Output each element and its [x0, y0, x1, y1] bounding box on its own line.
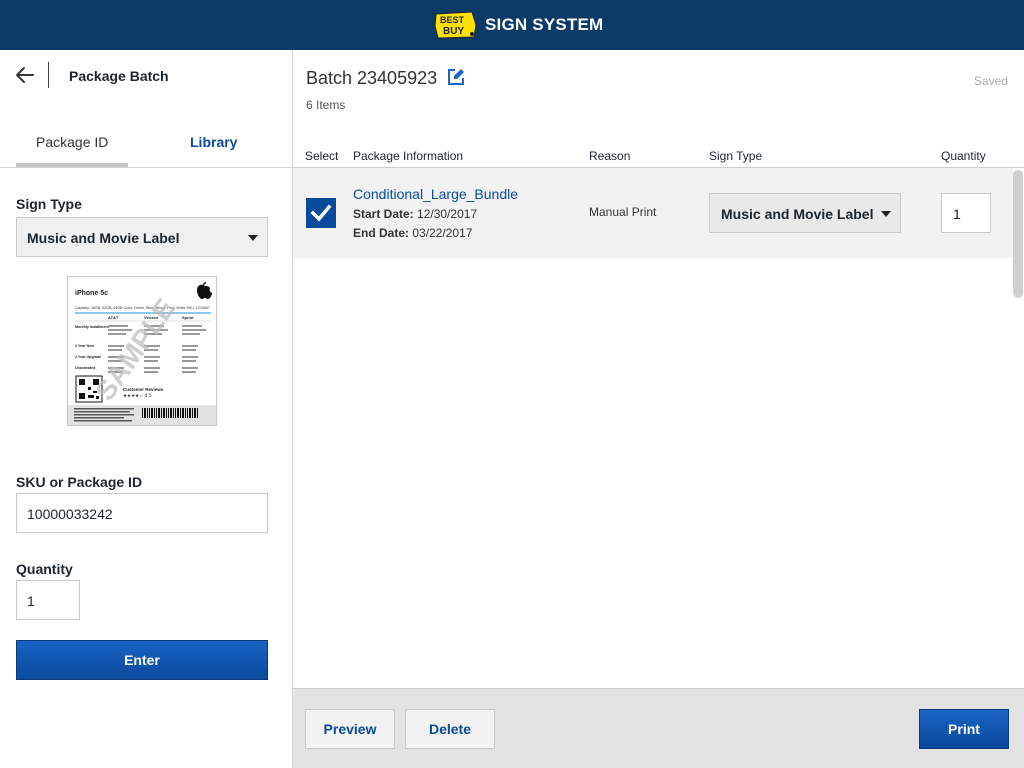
edit-icon[interactable]: [446, 67, 466, 87]
row-sign-type-select[interactable]: Music and Movie Label: [709, 193, 901, 233]
sign-preview-image: iPhone 5c Capacity: 16GB, 32GB, 64GB Col…: [67, 276, 217, 426]
sign-type-label: Sign Type: [16, 196, 82, 212]
delete-button[interactable]: Delete: [405, 709, 495, 749]
column-header-quantity: Quantity: [941, 149, 986, 163]
table-row: Conditional_Large_Bundle Start Date: 12/…: [293, 168, 1013, 258]
start-date-value: 12/30/2017: [417, 207, 478, 221]
reason-value: Manual Print: [589, 205, 657, 219]
row-select-checkbox[interactable]: [306, 198, 336, 228]
svg-text:BEST: BEST: [440, 15, 465, 25]
quantity-label: Quantity: [16, 561, 73, 577]
active-tab-indicator: [16, 163, 128, 167]
tab-library[interactable]: Library: [190, 134, 237, 150]
svg-text:2 Year Upgrade: 2 Year Upgrade: [75, 355, 101, 359]
column-header-sign-type: Sign Type: [709, 149, 763, 163]
column-header-package-info: Package Information: [353, 149, 464, 163]
quantity-input[interactable]: 1: [16, 580, 80, 620]
app-title: SIGN SYSTEM: [485, 15, 604, 34]
left-panel: Package Batch Package ID Library Sign Ty…: [0, 50, 292, 768]
scrollbar-thumb[interactable]: [1013, 170, 1023, 298]
quantity-value: 1: [27, 593, 35, 609]
svg-text:★★★★☆ 4.5: ★★★★☆ 4.5: [123, 393, 152, 399]
svg-text:iPhone 5c: iPhone 5c: [75, 290, 108, 297]
enter-button[interactable]: Enter: [16, 640, 268, 680]
preview-button[interactable]: Preview: [305, 709, 395, 749]
row-sign-type-value: Music and Movie Label: [721, 206, 874, 222]
batch-title: Batch 23405923: [306, 68, 438, 88]
start-date: Start Date: 12/30/2017: [353, 207, 477, 221]
chevron-down-icon: [248, 235, 258, 241]
sku-value: 10000033242: [27, 506, 113, 522]
svg-text:Sprint: Sprint: [182, 315, 194, 320]
checkmark-icon: [310, 204, 332, 222]
sign-type-value: Music and Movie Label: [27, 230, 180, 246]
column-header-select: Select: [305, 149, 339, 163]
chevron-down-icon: [881, 211, 891, 217]
sku-label: SKU or Package ID: [16, 474, 143, 490]
svg-text:Capacity: 16GB, 32GB, 64GB Col: Capacity: 16GB, 32GB, 64GB Color: Green,…: [75, 306, 210, 310]
tab-bar: Package ID Library: [0, 120, 292, 168]
start-date-label: Start Date:: [353, 207, 414, 221]
package-name-link[interactable]: Conditional_Large_Bundle: [353, 186, 518, 202]
batch-panel: Batch 23405923 6 Items Saved Select Pack…: [292, 50, 1024, 768]
svg-text:Monthly Installment: Monthly Installment: [75, 325, 110, 329]
svg-text:Unactivated: Unactivated: [75, 366, 95, 370]
save-status: Saved: [973, 74, 1008, 88]
action-footer: Preview Delete Print: [293, 688, 1024, 768]
panel-title: Package Batch: [69, 68, 169, 84]
print-button[interactable]: Print: [919, 709, 1009, 749]
svg-text:AT&T: AT&T: [108, 315, 119, 320]
sku-input[interactable]: 10000033242: [16, 493, 268, 533]
svg-text:Customer Reviews: Customer Reviews: [123, 387, 164, 392]
row-quantity-value: 1: [953, 206, 961, 222]
row-quantity-input[interactable]: 1: [941, 193, 991, 233]
end-date-value: 03/22/2017: [412, 226, 473, 240]
svg-text:2 Year New: 2 Year New: [75, 344, 94, 348]
header-divider: [48, 62, 49, 88]
end-date: End Date: 03/22/2017: [353, 226, 472, 240]
tab-package-id[interactable]: Package ID: [36, 134, 108, 150]
svg-text:BUY: BUY: [443, 26, 464, 37]
column-header-reason: Reason: [589, 149, 631, 163]
apple-logo-icon: [197, 282, 212, 299]
item-count: 6 Items: [306, 98, 346, 112]
sign-type-select[interactable]: Music and Movie Label: [16, 217, 268, 257]
end-date-label: End Date:: [353, 226, 410, 240]
best-buy-logo: BEST BUY: [434, 11, 477, 39]
top-bar: BEST BUY SIGN SYSTEM: [0, 0, 1024, 50]
back-arrow-icon[interactable]: [12, 62, 40, 88]
